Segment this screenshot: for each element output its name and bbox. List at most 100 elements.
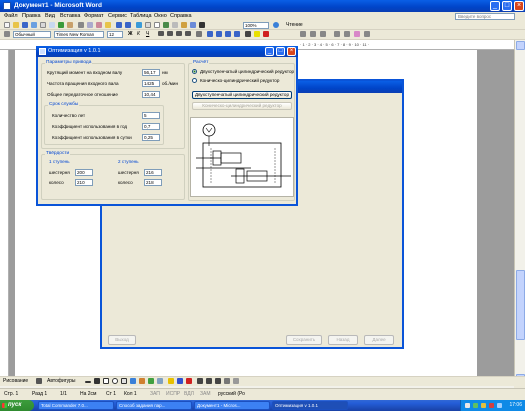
formatting-extra-1-icon[interactable] bbox=[300, 31, 306, 37]
font-combo[interactable]: Times New Roman bbox=[54, 31, 104, 38]
menu-window[interactable]: Окно bbox=[154, 13, 167, 19]
task-pair-method[interactable]: Способ задания пар... bbox=[116, 401, 192, 410]
formatting-extra-3-icon[interactable] bbox=[320, 31, 326, 37]
bg-back-button[interactable]: Назад bbox=[328, 335, 358, 345]
research-icon[interactable] bbox=[67, 22, 73, 28]
task-word-document[interactable]: Документ1 - Micros... bbox=[194, 401, 270, 410]
start-button[interactable]: пуск bbox=[0, 400, 34, 411]
menu-tools[interactable]: Сервис bbox=[108, 13, 127, 19]
menu-view[interactable]: Вид bbox=[45, 13, 55, 19]
formatting-extra-4-icon[interactable] bbox=[334, 31, 340, 37]
status-trk[interactable]: ИСПР bbox=[166, 391, 180, 397]
autoshapes-menu[interactable]: Автофигуры bbox=[47, 378, 75, 384]
menu-edit[interactable]: Правка bbox=[22, 13, 41, 19]
bold-icon[interactable]: Ж bbox=[128, 31, 133, 37]
wordart-icon[interactable] bbox=[130, 378, 136, 384]
dash-style-icon[interactable] bbox=[206, 378, 212, 384]
two-stage-radio[interactable] bbox=[192, 69, 197, 74]
tables-borders-icon[interactable] bbox=[145, 22, 151, 28]
line-icon[interactable] bbox=[85, 381, 91, 383]
bullets-icon[interactable] bbox=[216, 31, 222, 37]
tray-icon-2[interactable] bbox=[473, 403, 478, 408]
drawing-icon[interactable] bbox=[181, 22, 187, 28]
arrow-style-icon[interactable] bbox=[215, 378, 221, 384]
calc-two-stage-button[interactable]: Двухступенчатый цилиндрический редуктор bbox=[192, 91, 292, 99]
maximize-button[interactable]: □ bbox=[502, 1, 512, 11]
align-right-icon[interactable] bbox=[176, 31, 182, 36]
status-rec[interactable]: ЗАП bbox=[150, 391, 160, 397]
print-icon[interactable] bbox=[40, 22, 46, 28]
formatting-extra-2-icon[interactable] bbox=[310, 31, 316, 37]
formatting-extra-5-icon[interactable] bbox=[344, 31, 350, 37]
insert-excel-icon[interactable] bbox=[163, 22, 169, 28]
open-folder-icon[interactable] bbox=[13, 22, 19, 28]
paste-icon[interactable] bbox=[96, 22, 102, 28]
format-painter-icon[interactable] bbox=[105, 22, 111, 28]
bg-next-button[interactable]: Далее bbox=[364, 335, 394, 345]
years-input[interactable]: 5 bbox=[142, 112, 160, 119]
line-spacing-icon[interactable] bbox=[196, 31, 202, 37]
line-style-icon[interactable] bbox=[197, 378, 203, 384]
zoom-combo[interactable]: 100% bbox=[243, 22, 269, 29]
tray-icon-3[interactable] bbox=[481, 403, 486, 408]
document-map-icon[interactable] bbox=[190, 22, 196, 28]
bg-save-button[interactable]: Сохранить bbox=[286, 335, 322, 345]
scroll-thumb[interactable] bbox=[516, 270, 525, 340]
minimize-button[interactable]: _ bbox=[490, 1, 500, 11]
numbering-icon[interactable] bbox=[207, 31, 213, 37]
tray-icon-1[interactable] bbox=[465, 403, 470, 408]
ratio-input[interactable]: 10,44 bbox=[142, 91, 160, 98]
menu-insert[interactable]: Вставка bbox=[60, 13, 80, 19]
task-total-commander[interactable]: Total Commander 7.0... bbox=[38, 401, 114, 410]
torque-input[interactable]: 56,17 bbox=[142, 69, 160, 76]
style-combo[interactable]: Обычный bbox=[13, 31, 51, 38]
scroll-up-button[interactable] bbox=[516, 41, 525, 50]
dialog-maximize-button[interactable]: □ bbox=[276, 47, 285, 56]
tray-icon-4[interactable] bbox=[489, 403, 494, 408]
close-button[interactable]: × bbox=[514, 1, 524, 11]
hyperlink-icon[interactable] bbox=[136, 22, 142, 28]
increase-indent-icon[interactable] bbox=[234, 31, 240, 37]
permission-icon[interactable] bbox=[31, 22, 37, 28]
select-objects-icon[interactable] bbox=[36, 378, 42, 384]
draw-font-color-icon[interactable] bbox=[186, 378, 192, 384]
underline-icon[interactable]: Ч bbox=[146, 31, 149, 37]
kgod-input[interactable]: 0,7 bbox=[142, 123, 160, 130]
borders-icon[interactable] bbox=[245, 31, 251, 37]
formatting-extra-6-icon[interactable] bbox=[354, 31, 360, 37]
justify-icon[interactable] bbox=[185, 31, 191, 36]
formatting-extra-7-icon[interactable] bbox=[364, 31, 370, 37]
bg-exit-button[interactable]: Выход bbox=[108, 335, 136, 345]
font-size-combo[interactable]: 12 bbox=[107, 31, 123, 38]
dialog-close-button[interactable]: × bbox=[287, 47, 296, 56]
speed-input[interactable]: 1425 bbox=[142, 80, 160, 87]
calc-bevel-button[interactable]: Коническо-цилиндрический редуктор bbox=[192, 102, 292, 110]
print-preview-icon[interactable] bbox=[49, 22, 55, 28]
picture-icon[interactable] bbox=[157, 378, 163, 384]
font-color-icon[interactable] bbox=[263, 31, 269, 37]
redo-icon[interactable] bbox=[125, 22, 131, 28]
stage1-wheel-input[interactable]: 210 bbox=[75, 179, 93, 186]
oval-icon[interactable] bbox=[112, 378, 118, 384]
align-left-icon[interactable] bbox=[158, 31, 164, 36]
ksut-input[interactable]: 0,25 bbox=[142, 134, 160, 141]
fill-color-icon[interactable] bbox=[168, 378, 174, 384]
new-document-icon[interactable] bbox=[4, 22, 10, 28]
insert-table-icon[interactable] bbox=[154, 22, 160, 28]
task-optimization[interactable]: Оптимизация v 1.0.1 bbox=[272, 401, 348, 410]
tray-icon-5[interactable] bbox=[497, 403, 502, 408]
line-color-icon[interactable] bbox=[177, 378, 183, 384]
menu-help[interactable]: Справка bbox=[170, 13, 192, 19]
vertical-scrollbar[interactable] bbox=[514, 40, 525, 385]
highlight-icon[interactable] bbox=[254, 31, 260, 37]
decrease-indent-icon[interactable] bbox=[225, 31, 231, 37]
cut-icon[interactable] bbox=[78, 22, 84, 28]
help-icon[interactable] bbox=[273, 22, 279, 28]
spelling-icon[interactable] bbox=[58, 22, 64, 28]
dialog-minimize-button[interactable]: _ bbox=[265, 47, 274, 56]
textbox-icon[interactable] bbox=[121, 378, 127, 384]
columns-icon[interactable] bbox=[172, 22, 178, 28]
menu-format[interactable]: Формат bbox=[84, 13, 104, 19]
show-hide-icon[interactable] bbox=[199, 22, 205, 28]
copy-icon[interactable] bbox=[87, 22, 93, 28]
